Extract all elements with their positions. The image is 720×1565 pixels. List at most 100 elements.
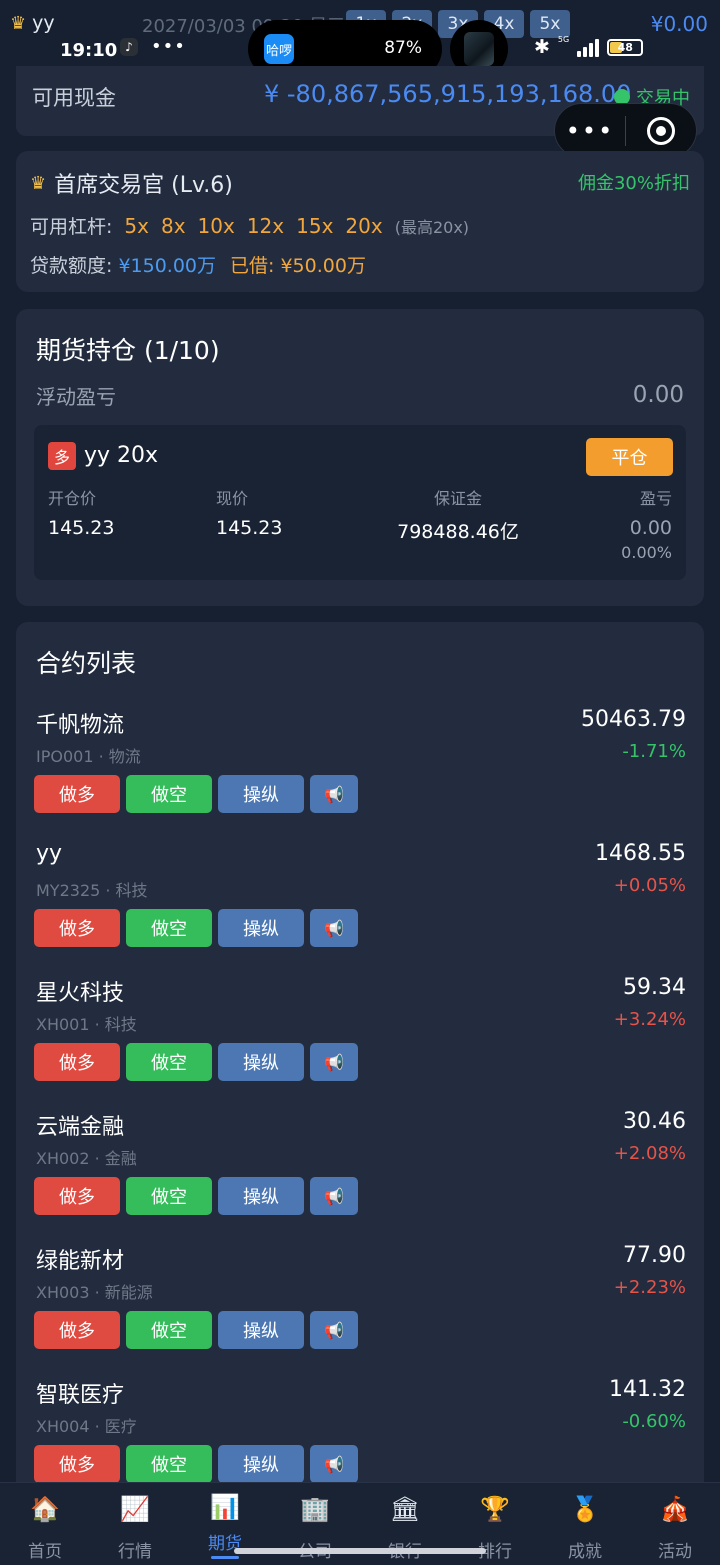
contract-change: +0.05% <box>613 875 686 896</box>
megaphone-icon: 📢 <box>324 918 344 938</box>
promote-button[interactable]: 📢 <box>310 775 358 813</box>
megaphone-icon: 📢 <box>324 1186 344 1206</box>
leverage-label: 可用杠杆: <box>30 216 113 238</box>
contract-name: 绿能新材 <box>36 1249 125 1274</box>
long-button[interactable]: 做多 <box>34 1177 120 1215</box>
pnl-column: 盈亏 0.00 <box>630 485 672 539</box>
contract-code: XH001 · 科技 <box>36 1015 137 1034</box>
long-button[interactable]: 做多 <box>34 1043 120 1081</box>
commission-discount: 佣金30%折扣 <box>577 173 690 194</box>
margin-value: 798488.46亿 <box>397 521 519 543</box>
contract-actions: 做多 做空 操纵 📢 <box>34 1177 358 1215</box>
battery-level: 48 <box>617 40 633 54</box>
contract-price: 77.90 <box>623 1243 686 1268</box>
long-button[interactable]: 做多 <box>34 1311 120 1349</box>
contract-name: 千帆物流 <box>36 713 125 738</box>
user-badge[interactable]: ♛ yy <box>10 12 55 34</box>
manipulate-button[interactable]: 操纵 <box>218 1311 304 1349</box>
promote-button[interactable]: 📢 <box>310 1177 358 1215</box>
top-bar: ♛ yy 2027/03/03 09:20 星三 1x 2x 3x 4x 5x … <box>0 0 720 78</box>
current-price-column: 现价 145.23 <box>216 485 282 539</box>
position-item: 多 yy 20x 平仓 开仓价 145.23 现价 145.23 保证金 798… <box>34 425 686 580</box>
short-button[interactable]: 做空 <box>126 909 212 947</box>
promote-button[interactable]: 📢 <box>310 1311 358 1349</box>
contract-item: 星火科技 XH001 · 科技 59.34 +3.24% 做多 做空 操纵 📢 <box>34 975 686 1095</box>
bank-icon: 🏛 <box>389 1495 421 1523</box>
contract-price: 59.34 <box>623 975 686 1000</box>
contract-code: XH004 · 医疗 <box>36 1417 137 1436</box>
contract-name: 星火科技 <box>36 981 125 1006</box>
nav-label: 首页 <box>28 1542 62 1562</box>
close-position-button[interactable]: 平仓 <box>586 438 673 476</box>
nav-item-events[interactable]: 🎪 活动 <box>630 1483 720 1565</box>
vip-title-label: 首席交易官 (Lv.6) <box>54 173 233 198</box>
chart-icon: 📈 <box>120 1495 150 1523</box>
promote-button[interactable]: 📢 <box>310 1445 358 1482</box>
manipulate-button[interactable]: 操纵 <box>218 1043 304 1081</box>
bluetooth-icon: ✱ <box>534 36 550 58</box>
contract-price: 141.32 <box>609 1377 686 1402</box>
contract-change: +2.08% <box>613 1143 686 1164</box>
tiktok-icon: ♪ <box>120 38 138 56</box>
long-button[interactable]: 做多 <box>34 909 120 947</box>
nav-item-achievements[interactable]: 🏅 成就 <box>540 1483 630 1565</box>
pnl-value: 0.00 <box>629 517 672 539</box>
nav-item-market[interactable]: 📈 行情 <box>90 1483 180 1565</box>
nav-item-home[interactable]: 🏠 首页 <box>0 1483 90 1565</box>
leverage-max: (最高20x) <box>394 218 470 237</box>
margin-label: 保证金 <box>433 489 482 508</box>
leverage-option: 15x <box>296 214 334 238</box>
short-button[interactable]: 做空 <box>126 775 212 813</box>
manipulate-button[interactable]: 操纵 <box>218 775 304 813</box>
short-button[interactable]: 做空 <box>126 1043 212 1081</box>
crown-icon: ♛ <box>10 12 27 34</box>
contract-list-title: 合约列表 <box>36 649 137 678</box>
contract-code: MY2325 · 科技 <box>36 881 148 900</box>
open-price-column: 开仓价 145.23 <box>48 485 114 539</box>
contract-item: 千帆物流 IPO001 · 物流 50463.79 -1.71% 做多 做空 操… <box>34 707 686 827</box>
contract-actions: 做多 做空 操纵 📢 <box>34 1445 358 1482</box>
nav-label: 成就 <box>568 1542 602 1562</box>
contract-actions: 做多 做空 操纵 📢 <box>34 1311 358 1349</box>
contract-item: 绿能新材 XH003 · 新能源 77.90 +2.23% 做多 做空 操纵 📢 <box>34 1243 686 1363</box>
leverage-option: 5x <box>124 214 149 238</box>
long-button[interactable]: 做多 <box>34 1445 120 1482</box>
futures-icon: 📊 <box>210 1493 240 1521</box>
battery-icon: 48 <box>607 38 644 56</box>
medal-icon: 🏅 <box>570 1495 600 1523</box>
home-indicator[interactable] <box>234 1548 486 1554</box>
close-target-icon[interactable] <box>626 116 696 145</box>
nav-label: 活动 <box>658 1542 692 1562</box>
promote-button[interactable]: 📢 <box>310 909 358 947</box>
user-name: yy <box>32 12 55 34</box>
contract-code: XH002 · 金融 <box>36 1149 137 1168</box>
floating-pnl-label: 浮动盈亏 <box>36 385 116 409</box>
contract-name: 云端金融 <box>36 1115 125 1140</box>
top-money: ¥0.00 <box>650 12 708 36</box>
contract-code: IPO001 · 物流 <box>36 747 141 766</box>
open-price-value: 145.23 <box>48 517 115 539</box>
loan-borrowed: 已借: ¥50.00万 <box>230 255 366 277</box>
miniprogram-capsule: ••• <box>554 103 697 158</box>
short-button[interactable]: 做空 <box>126 1177 212 1215</box>
status-time: 19:10 <box>60 40 118 61</box>
manipulate-button[interactable]: 操纵 <box>218 1445 304 1482</box>
promote-button[interactable]: 📢 <box>310 1043 358 1081</box>
position-name: yy 20x <box>84 443 159 468</box>
contract-price: 1468.55 <box>595 841 686 866</box>
tent-icon: 🎪 <box>660 1495 690 1523</box>
short-button[interactable]: 做空 <box>126 1311 212 1349</box>
manipulate-button[interactable]: 操纵 <box>218 1177 304 1215</box>
more-menu-icon[interactable]: ••• <box>555 117 625 145</box>
open-price-label: 开仓价 <box>48 489 97 508</box>
island-percent: 87% <box>384 38 422 58</box>
manipulate-button[interactable]: 操纵 <box>218 909 304 947</box>
long-button[interactable]: 做多 <box>34 775 120 813</box>
contract-price: 50463.79 <box>581 707 686 732</box>
short-button[interactable]: 做空 <box>126 1445 212 1482</box>
loan-row: 贷款额度: ¥150.00万 已借: ¥50.00万 <box>30 251 366 278</box>
floating-pnl-value: 0.00 <box>632 382 684 408</box>
leverage-option: 20x <box>345 214 383 238</box>
cash-label: 可用现金 <box>32 86 116 110</box>
contract-actions: 做多 做空 操纵 📢 <box>34 909 358 947</box>
